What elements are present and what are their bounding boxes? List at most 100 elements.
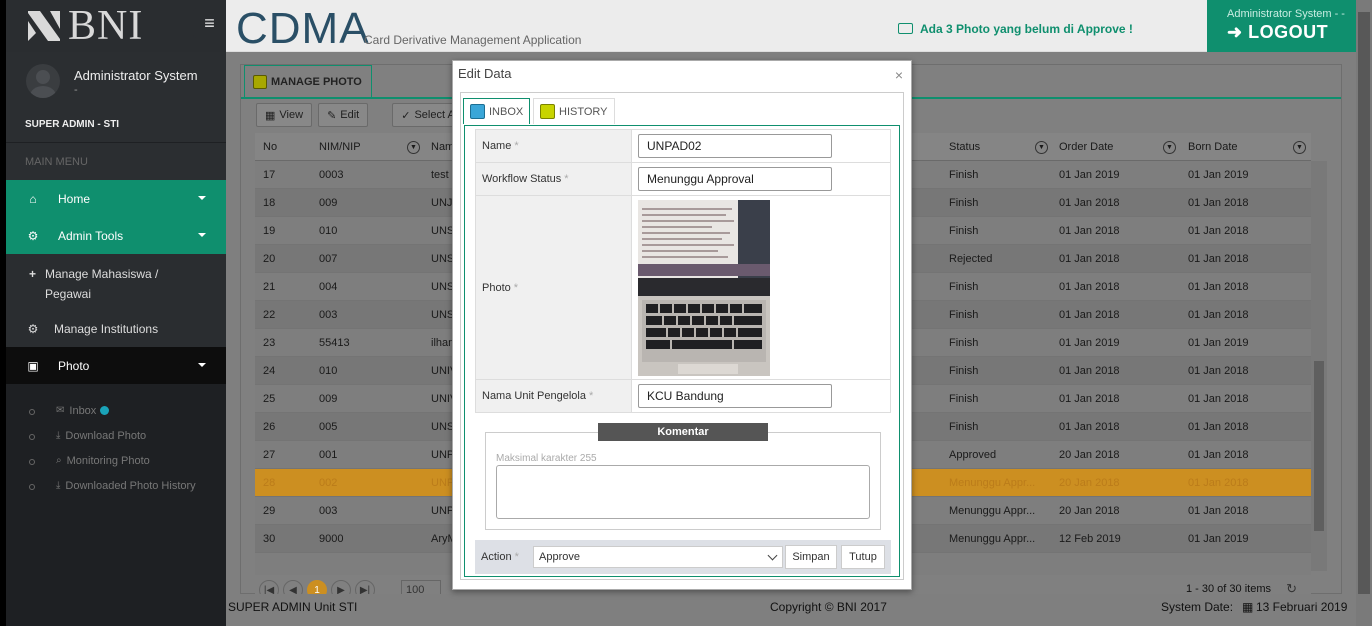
cell-order-date: 01 Jan 2018 [1059, 392, 1120, 405]
cell-born-date: 01 Jan 2018 [1188, 504, 1249, 517]
sidebar-item-label: Photo [58, 358, 90, 373]
app-subtitle: Card Derivative Management Application [364, 33, 582, 47]
sidebar-item-admin-tools[interactable]: ⚙ Admin Tools [6, 217, 226, 254]
sidebar-item-photo[interactable]: ▣ Photo [6, 347, 226, 384]
avatar [26, 64, 60, 98]
footer-system-date: 13 Februari 2019 [1256, 600, 1348, 614]
cell-order-date: 01 Jan 2019 [1059, 336, 1120, 349]
cell-born-date: 01 Jan 2018 [1188, 224, 1249, 237]
cell-status: Finish [949, 364, 979, 377]
filter-icon[interactable]: ▼ [407, 141, 420, 154]
sidebar-sub-inbox[interactable]: ✉ Inbox [6, 398, 226, 423]
cell-born-date: 01 Jan 2018 [1188, 308, 1249, 321]
tab-inbox[interactable]: INBOX [463, 98, 531, 124]
edit-form: Name * UNPAD02 Workflow Status * Menunggu … [464, 125, 900, 577]
sidebar-item-label: Manage Mahasiswa / Pegawai [44, 267, 159, 301]
name-field[interactable]: UNPAD02 [638, 134, 832, 158]
unit-row: Nama Unit Pengelola * KCU Bandung [475, 379, 891, 413]
logout-button[interactable]: ➜ LOGOUT [1227, 22, 1328, 43]
action-select[interactable]: Approve [533, 546, 783, 568]
edit-button[interactable]: ✎ Edit [318, 103, 369, 127]
sidebar-sub-download-photo[interactable]: ⤓ Download Photo [6, 423, 226, 448]
tab-history-label: HISTORY [559, 105, 608, 118]
sidebar-item-home[interactable]: ⌂ Home [6, 180, 226, 217]
tab-manage-photo[interactable]: MANAGE PHOTO [244, 65, 372, 97]
hamburger-menu-icon[interactable]: ≡ [193, 8, 226, 38]
photo-image[interactable] [638, 200, 770, 376]
tutup-button[interactable]: Tutup [841, 545, 885, 569]
modal-body: INBOX HISTORY Name * UNPAD02 Workflow Sta… [460, 92, 904, 580]
cell-name: ilhan [431, 336, 455, 349]
sidebar-sub-downloaded-history[interactable]: ⤓ Downloaded Photo History [6, 473, 226, 498]
cell-nim: 010 [319, 364, 338, 377]
cell-status: Finish [949, 224, 979, 237]
col-status[interactable]: Status [949, 141, 980, 153]
bullet-icon [29, 484, 35, 490]
col-nim[interactable]: NIM/NIP [319, 141, 361, 153]
check-circle-icon: ✓ [401, 109, 411, 122]
view-label: View [279, 109, 304, 121]
komentar-textarea[interactable] [496, 465, 870, 519]
chevron-down-icon [767, 550, 778, 561]
close-icon[interactable]: × [895, 67, 903, 83]
gear-icon: ⚙ [27, 321, 39, 336]
filter-icon[interactable]: ▼ [1163, 141, 1176, 154]
sidebar-sub-label: Downloaded Photo History [65, 479, 196, 492]
view-button[interactable]: ▦ View [256, 103, 313, 127]
sidebar-sub-monitoring-photo[interactable]: ⌕ Monitoring Photo [6, 448, 226, 473]
edit-icon: ✎ [327, 109, 337, 122]
envelope-icon: ✉ [56, 405, 65, 416]
edit-label: Edit [340, 109, 360, 121]
cell-name: UNP [431, 476, 455, 489]
workflow-status-field[interactable]: Menunggu Approval [638, 167, 832, 191]
cell-no: 26 [263, 420, 276, 433]
cell-born-date: 01 Jan 2018 [1188, 476, 1249, 489]
page-scroll-thumb[interactable] [1358, 12, 1370, 594]
select-all-label: Select A [414, 109, 455, 121]
col-born-date[interactable]: Born Date [1188, 141, 1238, 153]
cell-born-date: 01 Jan 2019 [1188, 336, 1249, 349]
grid-scroll-thumb[interactable] [1314, 361, 1324, 531]
action-label: Action * [481, 551, 519, 563]
cell-nim: 010 [319, 224, 338, 237]
caret-down-icon [198, 196, 206, 200]
cell-born-date: 01 Jan 2018 [1188, 448, 1249, 461]
cell-born-date: 01 Jan 2018 [1188, 420, 1249, 433]
grid-scrollbar[interactable] [1311, 161, 1327, 571]
main-menu-label: MAIN MENU [6, 142, 226, 180]
sidebar-item-label: Home [58, 191, 91, 206]
required-mark: * [564, 173, 569, 185]
search-icon: ⌕ [56, 455, 62, 466]
cell-no: 27 [263, 448, 276, 461]
cell-name: test [431, 168, 449, 181]
komentar-title: Komentar [598, 423, 768, 441]
simpan-button[interactable]: Simpan [785, 545, 837, 569]
logout-user-name: Administrator System - - [1227, 8, 1345, 20]
gear-icon: ⚙ [27, 228, 39, 243]
cell-nim: 003 [319, 504, 338, 517]
cell-order-date: 01 Jan 2018 [1059, 224, 1120, 237]
komentar-hint: Maksimal karakter 255 [496, 453, 597, 464]
approval-notification[interactable]: Ada 3 Photo yang belum di Approve ! [898, 22, 1133, 36]
photo-label: Photo * [476, 196, 632, 379]
caret-down-icon [198, 233, 206, 237]
col-name[interactable]: Nam [431, 141, 454, 153]
home-icon: ⌂ [29, 191, 37, 206]
action-bar: Action * Approve Simpan Tutup [475, 540, 891, 574]
tab-history[interactable]: HISTORY [533, 98, 615, 124]
cell-nim: 004 [319, 280, 338, 293]
cell-order-date: 01 Jan 2018 [1059, 280, 1120, 293]
sidebar-sub-label: Monitoring Photo [66, 454, 150, 467]
unit-field[interactable]: KCU Bandung [638, 384, 832, 408]
cell-order-date: 01 Jan 2018 [1059, 308, 1120, 321]
page-scrollbar[interactable] [1356, 0, 1372, 626]
cell-nim: 005 [319, 420, 338, 433]
col-order-date[interactable]: Order Date [1059, 141, 1113, 153]
col-no[interactable]: No [263, 141, 277, 153]
filter-icon[interactable]: ▼ [1293, 141, 1306, 154]
brand-name: BNI [68, 3, 144, 49]
filter-icon[interactable]: ▼ [1035, 141, 1048, 154]
image-icon: ▣ [27, 358, 39, 373]
sidebar-item-manage-institutions[interactable]: ⚙ Manage Institutions [6, 310, 226, 347]
sidebar-item-manage-mahasiswa[interactable]: + Manage Mahasiswa / Pegawai [6, 254, 226, 310]
